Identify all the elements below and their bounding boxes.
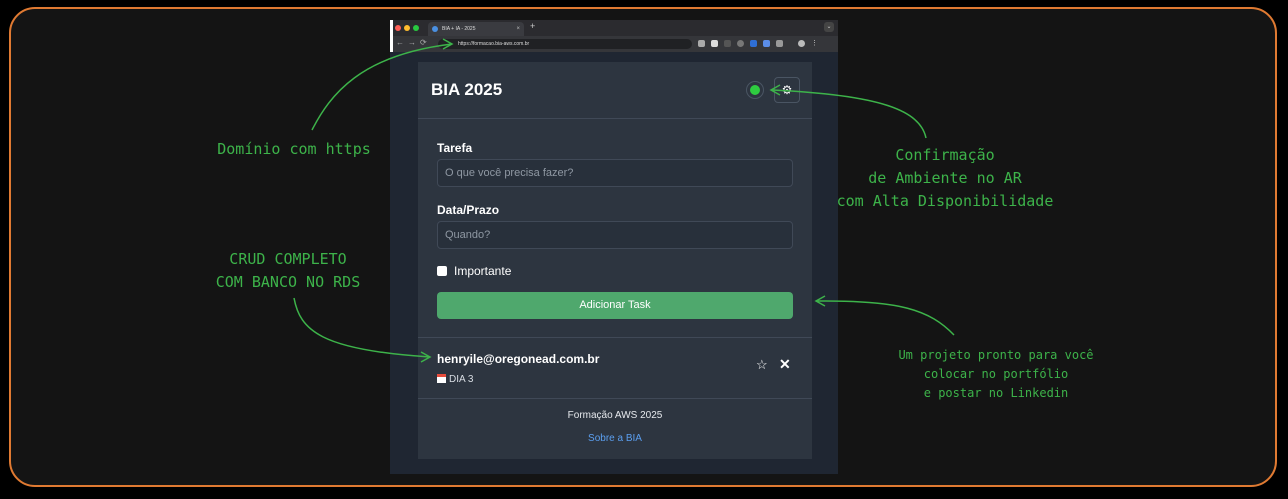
annotation-crud-line1: CRUD COMPLETO [229,250,347,268]
annotation-portfolio-line2: colocar no portfólio [923,367,1069,381]
arrow-portfolio [815,300,955,336]
annotation-confirm-line2: de Ambiente no AR [868,169,1022,187]
annotation-portfolio: Um projeto pronto para você colocar no p… [874,346,1118,403]
annotation-crud: CRUD COMPLETO COM BANCO NO RDS [186,248,390,294]
annotation-crud-line2: COM BANCO NO RDS [215,273,361,291]
annotation-confirm-line3: com Alta Disponibilidade [836,192,1054,210]
annotation-confirm-line1: Confirmação [895,146,995,164]
annotation-domain: Domínio com https [217,140,371,158]
annotation-portfolio-line3: e postar no Linkedin [923,386,1069,400]
arrow-crud [293,297,431,358]
annotation-portfolio-line1: Um projeto pronto para você [898,348,1094,362]
annotation-confirm: Confirmação de Ambiente no AR com Alta D… [826,144,1064,213]
arrow-domain [311,43,453,131]
arrow-confirm [771,89,927,139]
